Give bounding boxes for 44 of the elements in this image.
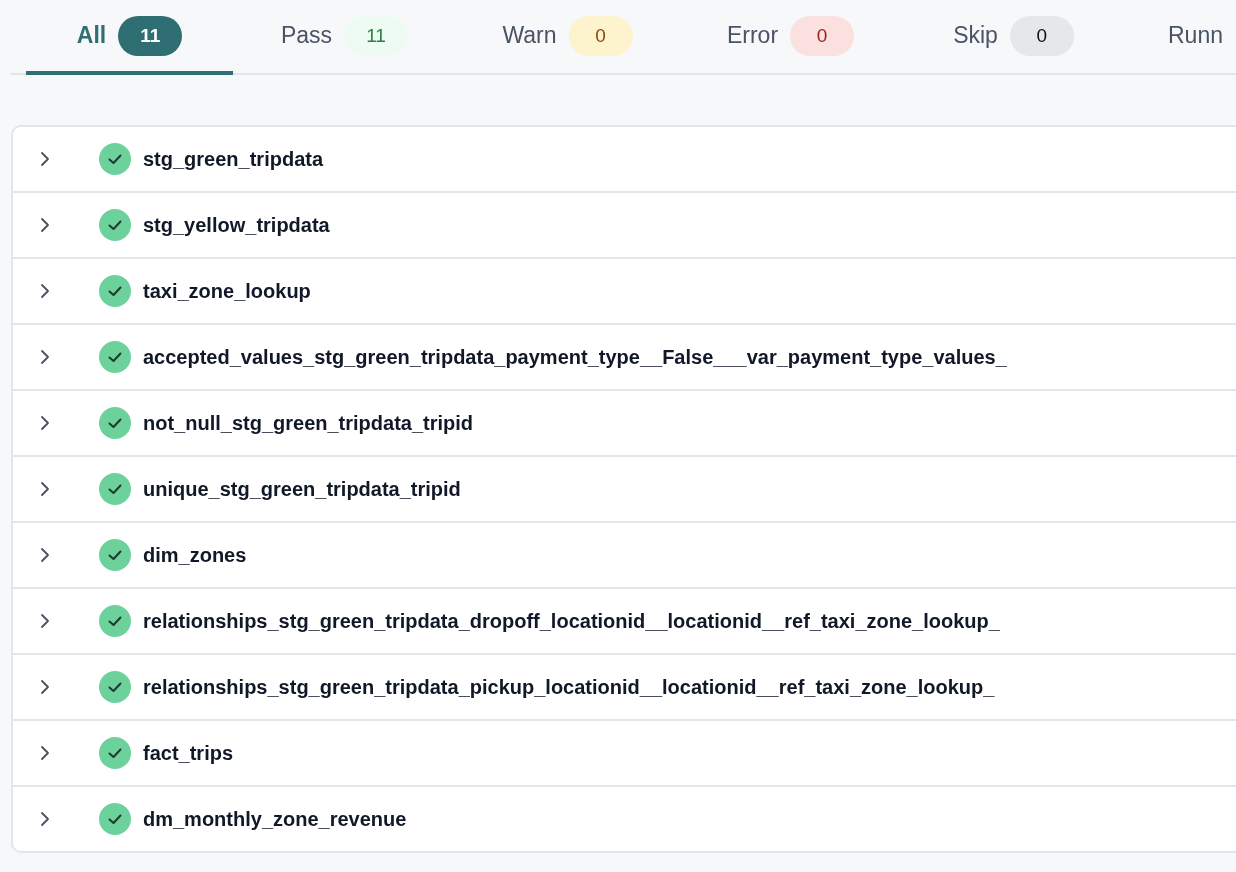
chevron-right-icon[interactable] [39,150,51,168]
check-circle-icon [99,341,131,373]
chevron-right-icon[interactable] [39,480,51,498]
result-name[interactable]: taxi_zone_lookup [143,279,311,303]
result-name[interactable]: dim_zones [143,543,247,567]
count-badge: 11 [118,15,183,56]
filter-tab[interactable]: Warn 0 [456,0,679,75]
chevron-right-icon[interactable] [39,414,51,432]
check-circle-icon [99,407,131,439]
check-circle-icon [99,143,131,175]
result-name[interactable]: not_null_stg_green_tripdata_tripid [143,411,474,435]
result-name[interactable]: unique_stg_green_tripdata_tripid [143,477,461,501]
result-name[interactable]: relationships_stg_green_tripdata_dropoff_locationid__locationid__ref_taxi_zone_lookup_ [143,609,1000,633]
result-name[interactable]: stg_yellow_tripdata [143,213,330,237]
chevron-right-icon[interactable] [39,744,51,762]
chevron-right-icon[interactable] [39,546,51,564]
filter-tab[interactable]: Error 0 [679,0,902,75]
check-circle-icon [99,473,131,505]
result-name[interactable]: dm_monthly_zone_revenue [143,807,407,831]
chevron-right-icon[interactable] [39,678,51,696]
chevron-right-icon[interactable] [39,216,51,234]
count-badge: 11 [344,15,409,56]
filter-tab[interactable]: Skip 0 [902,0,1125,75]
filter-tab[interactable]: Runn [1125,0,1236,75]
chevron-right-icon[interactable] [39,612,51,630]
count-badge: 0 [568,15,633,56]
chevron-right-icon[interactable] [39,810,51,828]
check-circle-icon [99,671,131,703]
check-circle-icon [99,275,131,307]
result-name[interactable]: relationships_stg_green_tripdata_pickup_locationid__locationid__ref_taxi_zone_lookup_ [143,675,995,699]
result-name[interactable]: accepted_values_stg_green_tripdata_payment_type__False___var_payment_type_values_ [143,345,1007,369]
check-circle-icon [99,605,131,637]
filter-tab[interactable]: All 11 [26,0,233,75]
check-circle-icon [99,737,131,769]
result-name[interactable]: fact_trips [143,741,234,765]
check-circle-icon [99,209,131,241]
count-badge: 0 [790,15,855,56]
chevron-right-icon[interactable] [39,348,51,366]
filter-tab[interactable]: Pass 11 [233,0,456,75]
result-name[interactable]: stg_green_tripdata [143,147,324,171]
count-badge: 0 [1009,15,1074,56]
chevron-right-icon[interactable] [39,282,51,300]
check-circle-icon [99,539,131,571]
check-circle-icon [99,803,131,835]
